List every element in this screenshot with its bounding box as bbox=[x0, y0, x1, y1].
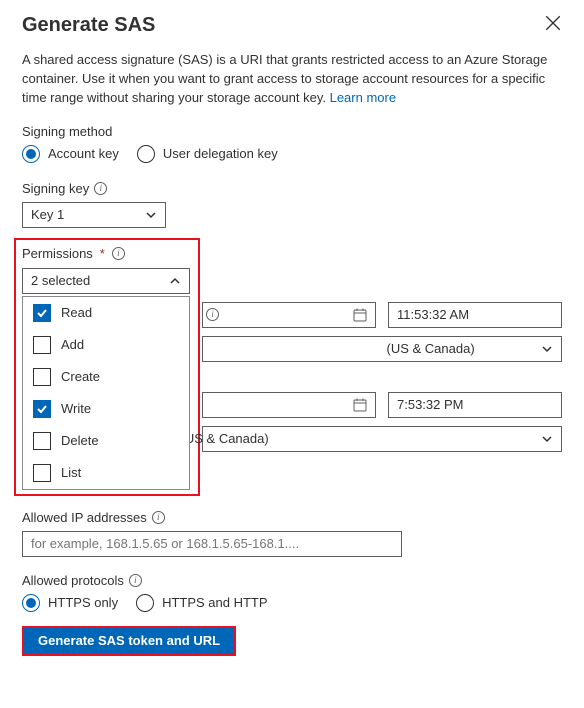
calendar-icon bbox=[353, 398, 367, 412]
radio-https-and-http[interactable]: HTTPS and HTTP bbox=[136, 594, 267, 612]
allowed-protocols-label: Allowed protocols i bbox=[22, 573, 562, 588]
permission-option-add[interactable]: Add bbox=[23, 329, 189, 361]
permission-option-list[interactable]: List bbox=[23, 457, 189, 489]
expiry-timezone-select[interactable]: (UTC-08:00) Pacific Time (US & Canada) bbox=[202, 426, 562, 452]
permission-option-delete[interactable]: Delete bbox=[23, 425, 189, 457]
chevron-down-icon bbox=[541, 343, 553, 355]
calendar-icon bbox=[353, 308, 367, 322]
allowed-protocols-group: HTTPS only HTTPS and HTTP bbox=[22, 594, 562, 612]
learn-more-link[interactable]: Learn more bbox=[330, 90, 396, 105]
info-icon[interactable]: i bbox=[129, 574, 142, 587]
start-datetime-group: 11:53:32 AM xxxxxxxxxxxxxxxxxxxxxxxxxxx(… bbox=[202, 302, 562, 362]
chevron-up-icon bbox=[169, 275, 181, 287]
checkbox-icon bbox=[33, 400, 51, 418]
start-date-input[interactable] bbox=[202, 302, 376, 328]
dialog-title: Generate SAS bbox=[22, 14, 155, 37]
checkbox-icon bbox=[33, 464, 51, 482]
chevron-down-icon bbox=[541, 433, 553, 445]
start-time-input[interactable]: 11:53:32 AM bbox=[388, 302, 562, 328]
permission-option-read[interactable]: Read bbox=[23, 297, 189, 329]
allowed-ip-label: Allowed IP addresses i bbox=[22, 510, 562, 525]
expiry-date-input[interactable] bbox=[202, 392, 376, 418]
permission-option-write[interactable]: Write bbox=[23, 393, 189, 425]
permissions-select[interactable]: 2 selected bbox=[22, 268, 190, 294]
signing-method-label: Signing method bbox=[22, 124, 562, 139]
checkbox-icon bbox=[33, 304, 51, 322]
signing-key-select[interactable]: Key 1 bbox=[22, 202, 166, 228]
checkbox-icon bbox=[33, 368, 51, 386]
close-icon bbox=[544, 14, 562, 32]
expiry-datetime-group: 7:53:32 PM (UTC-08:00) Pacific Time (US … bbox=[202, 392, 562, 452]
radio-account-key[interactable]: Account key bbox=[22, 145, 119, 163]
generate-sas-button[interactable]: Generate SAS token and URL bbox=[22, 626, 236, 656]
radio-icon bbox=[22, 594, 40, 612]
start-timezone-select[interactable]: xxxxxxxxxxxxxxxxxxxxxxxxxxx(US & Canada) bbox=[202, 336, 562, 362]
radio-icon bbox=[22, 145, 40, 163]
radio-icon bbox=[136, 594, 154, 612]
permission-option-create[interactable]: Create bbox=[23, 361, 189, 393]
info-icon[interactable]: i bbox=[152, 511, 165, 524]
radio-https-only[interactable]: HTTPS only bbox=[22, 594, 118, 612]
signing-key-label: Signing key i bbox=[22, 181, 562, 196]
chevron-down-icon bbox=[145, 209, 157, 221]
checkbox-icon bbox=[33, 336, 51, 354]
allowed-ip-input[interactable] bbox=[22, 531, 402, 557]
info-icon[interactable]: i bbox=[94, 182, 107, 195]
radio-user-delegation-key[interactable]: User delegation key bbox=[137, 145, 278, 163]
expiry-time-input[interactable]: 7:53:32 PM bbox=[388, 392, 562, 418]
description-text: A shared access signature (SAS) is a URI… bbox=[22, 51, 562, 108]
permissions-label: Permissions* i bbox=[22, 246, 125, 261]
permissions-dropdown: ReadAddCreateWriteDeleteList bbox=[22, 296, 190, 490]
close-button[interactable] bbox=[544, 14, 562, 32]
info-icon[interactable]: i bbox=[112, 247, 125, 260]
signing-method-group: Account key User delegation key bbox=[22, 145, 562, 163]
radio-icon bbox=[137, 145, 155, 163]
checkbox-icon bbox=[33, 432, 51, 450]
